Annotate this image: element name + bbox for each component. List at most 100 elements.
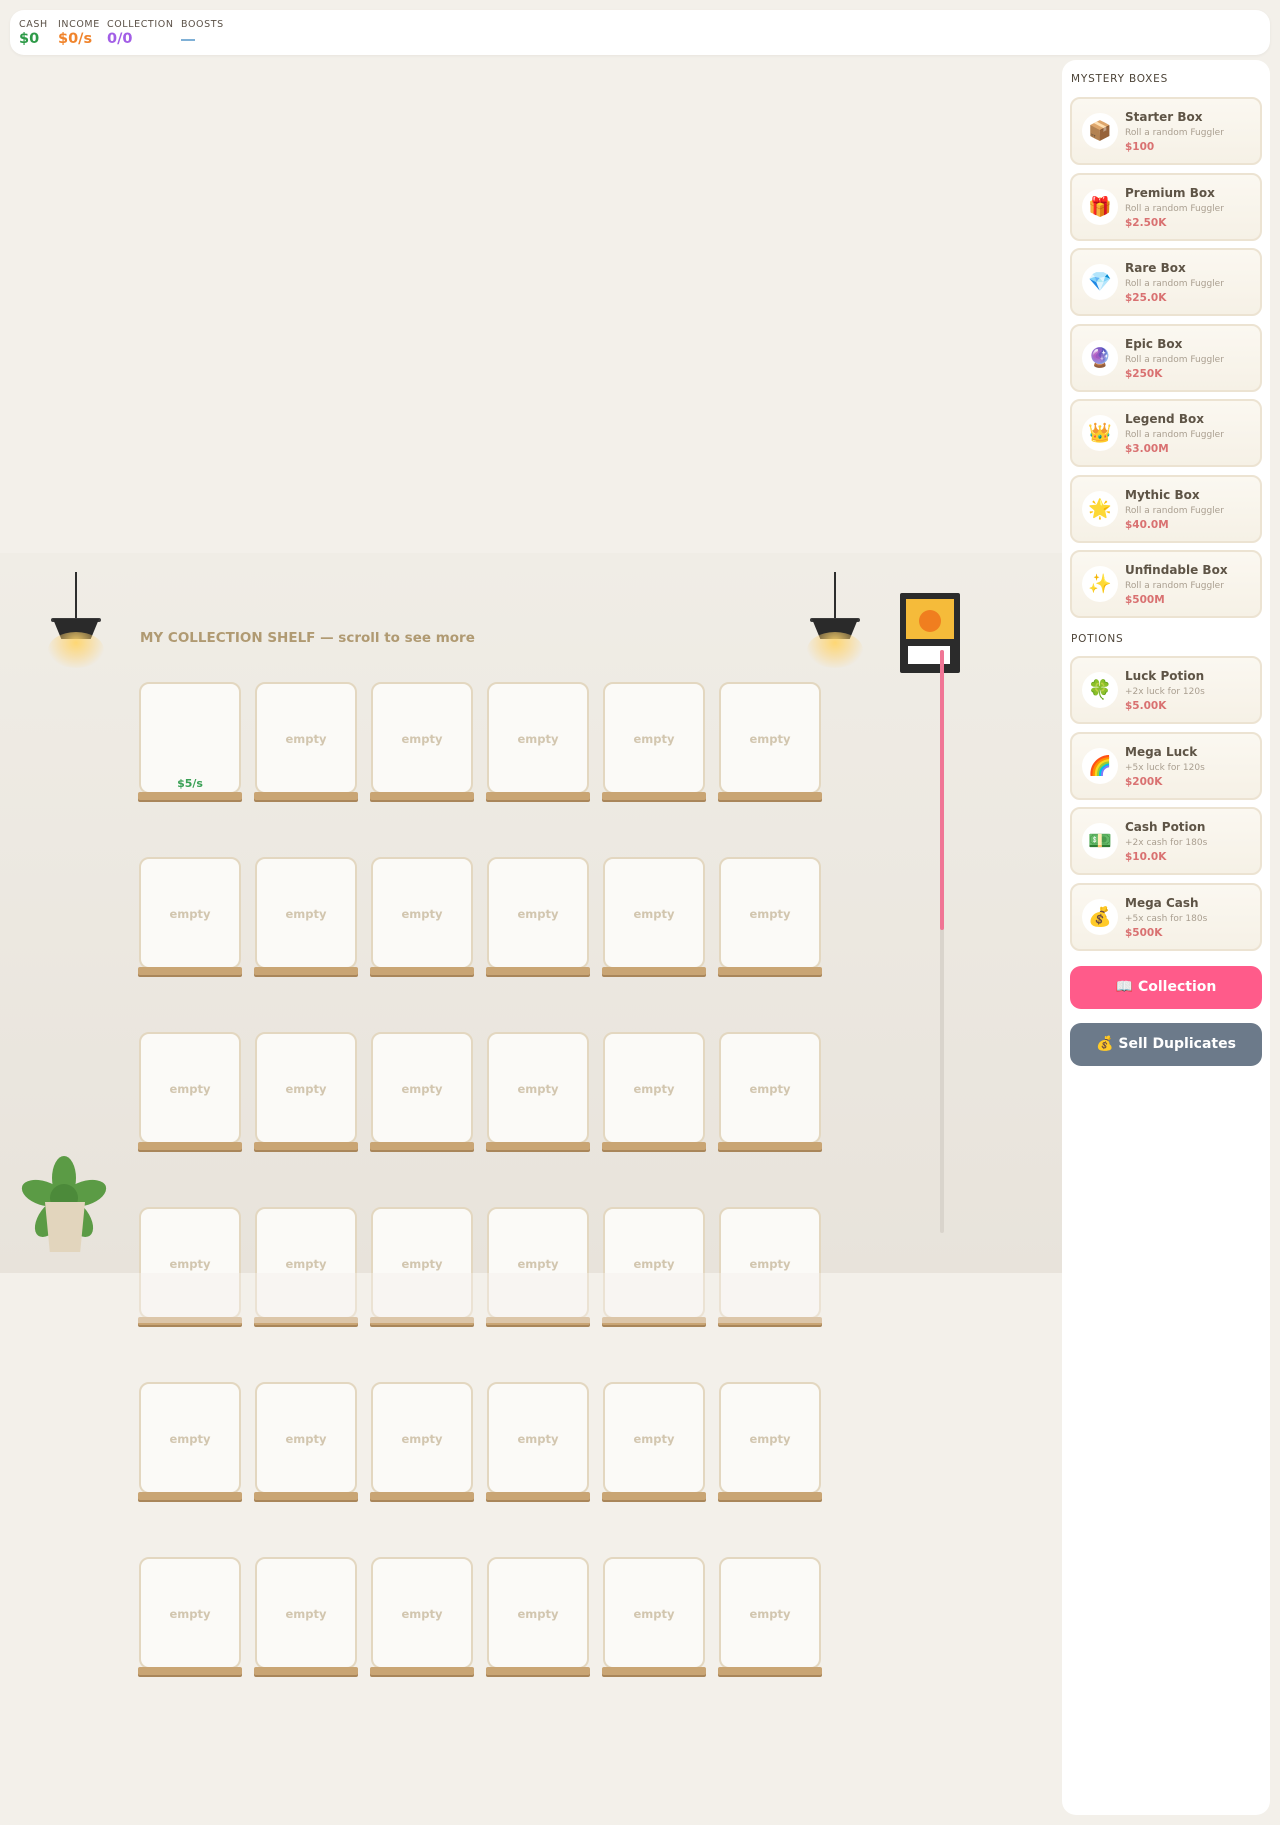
cash-label: CASH — [19, 19, 48, 30]
slot-empty-label: empty — [749, 1432, 791, 1446]
shelf-slot[interactable]: empty — [139, 857, 241, 969]
potion-price: $200K — [1125, 775, 1163, 788]
potion-name: Luck Potion — [1125, 669, 1205, 683]
shelf-slot[interactable]: empty — [371, 857, 473, 969]
slot-empty-label: empty — [401, 1257, 443, 1271]
potion-card[interactable]: 💰 Mega Cash +5x cash for 180s $500K — [1070, 882, 1262, 951]
potted-plant — [18, 1140, 110, 1252]
shelf-slot[interactable]: empty — [719, 1207, 821, 1319]
slot-empty-label: empty — [401, 1432, 443, 1446]
clover-icon: 🍀 — [1082, 672, 1118, 708]
mystery-box-description: Roll a random Fuggler — [1125, 279, 1224, 289]
slot-empty-label: empty — [749, 1607, 791, 1621]
collection-button[interactable]: 📖 Collection — [1070, 966, 1262, 1009]
shelf-slot[interactable]: empty — [139, 1207, 241, 1319]
slot-empty-label: empty — [401, 1607, 443, 1621]
mystery-box-card[interactable]: 📦 Starter Box Roll a random Fuggler $100 — [1070, 97, 1262, 165]
mystery-box-card[interactable]: 🌟 Mythic Box Roll a random Fuggler $40.0M — [1070, 474, 1262, 543]
shelf-scroll-fill — [940, 650, 944, 930]
sell-duplicates-button[interactable]: 💰 Sell Duplicates — [1070, 1023, 1262, 1066]
shelf-plank — [370, 792, 474, 800]
slot-empty-label: empty — [517, 1432, 559, 1446]
potion-name: Mega Luck — [1125, 744, 1198, 759]
shelf-slot[interactable]: empty — [487, 682, 589, 794]
mystery-box-description: Roll a random Fuggler — [1125, 354, 1224, 365]
boosts-stat: BOOSTS — [181, 19, 224, 41]
shelf-plank — [254, 1667, 358, 1675]
potion-price: $5.00K — [1125, 700, 1167, 712]
shelf-slot[interactable]: empty — [371, 1207, 473, 1319]
shelf-slot[interactable]: empty — [371, 1032, 473, 1144]
shelf-slot[interactable]: $5/s — [139, 682, 241, 794]
shelf-slot[interactable]: empty — [371, 682, 473, 794]
shelf-slot[interactable]: empty — [255, 682, 357, 794]
shelf-slot[interactable]: empty — [719, 682, 821, 794]
shelf-slot[interactable]: empty — [371, 1382, 473, 1494]
slot-empty-label: empty — [633, 907, 675, 921]
mystery-box-card[interactable]: ✨ Unfindable Box Roll a random Fuggler $500… — [1070, 550, 1262, 618]
shelf-plank — [254, 1317, 358, 1325]
collection-stat: COLLECTION 0/0 — [107, 19, 174, 47]
potion-card[interactable]: 🌈 Mega Luck +5x luck for 120s $200K — [1070, 731, 1262, 800]
shelf-slot[interactable]: empty — [603, 682, 705, 794]
shelf-slot[interactable]: empty — [719, 857, 821, 969]
shelf-plank — [486, 792, 590, 800]
sell-duplicates-label: Sell Duplicates — [1118, 1036, 1236, 1052]
potion-card[interactable]: 💵 Cash Potion +2x cash for 180s $10.0K — [1070, 807, 1262, 875]
shelf-slot[interactable]: empty — [255, 1032, 357, 1144]
slot-empty-label: empty — [749, 1257, 791, 1271]
mystery-box-name: Premium Box — [1125, 185, 1215, 200]
slot-empty-label: empty — [169, 1432, 211, 1446]
shelf-slot[interactable]: empty — [255, 1207, 357, 1319]
cash-stat: CASH $0 — [19, 19, 48, 47]
mystery-box-card[interactable]: 🔮 Epic Box Roll a random Fuggler $250K — [1070, 323, 1262, 392]
mystery-box-price: $500M — [1125, 594, 1165, 606]
shelf-slot[interactable]: empty — [603, 1207, 705, 1319]
shelf-slot[interactable]: empty — [139, 1382, 241, 1494]
potion-card[interactable]: 🍀 Luck Potion +2x luck for 120s $5.00K — [1070, 656, 1262, 724]
slot-empty-label: empty — [517, 1082, 559, 1096]
mystery-box-card[interactable]: 👑 Legend Box Roll a random Fuggler $3.00M — [1070, 399, 1262, 467]
shelf-slot[interactable]: empty — [255, 1557, 357, 1669]
shelf-slot[interactable]: empty — [487, 1382, 589, 1494]
mystery-box-card[interactable]: 🎁 Premium Box Roll a random Fuggler $2.50K — [1070, 172, 1262, 241]
shelf-slot[interactable]: empty — [719, 1382, 821, 1494]
shelf-plank — [370, 1492, 474, 1500]
room-floor — [0, 1273, 1063, 1825]
scroll-progress-totem — [900, 593, 960, 673]
cash-value: $0 — [19, 31, 40, 47]
shelf-slot[interactable]: empty — [719, 1032, 821, 1144]
shelf-slot[interactable]: empty — [487, 1207, 589, 1319]
shelf-slot[interactable]: empty — [603, 1382, 705, 1494]
shelf-slot[interactable]: empty — [255, 857, 357, 969]
shelf-slot[interactable]: empty — [139, 1032, 241, 1144]
shelf-slot[interactable]: empty — [487, 1557, 589, 1669]
slot-income-rate: $5/s — [177, 777, 203, 790]
slot-empty-label: empty — [169, 1607, 211, 1621]
shelf-plank — [602, 1142, 706, 1150]
shelf-slot[interactable]: empty — [603, 1032, 705, 1144]
shelf-slot[interactable]: empty — [487, 857, 589, 969]
potion-price: $500K — [1125, 926, 1163, 939]
shop-sidebar: MYSTERY BOXES 📦 Starter Box Roll a random … — [1062, 60, 1270, 1815]
slot-empty-label: empty — [633, 732, 675, 746]
shelf-slot[interactable]: empty — [487, 1032, 589, 1144]
shelf-slot[interactable]: empty — [139, 1557, 241, 1669]
shelf-plank — [718, 1142, 822, 1150]
shelf-plank — [138, 792, 242, 800]
shelf-scroll-track[interactable] — [940, 650, 944, 1233]
shelf-slot[interactable]: empty — [719, 1557, 821, 1669]
mystery-box-card[interactable]: 💎 Rare Box Roll a random Fuggler $25.0K — [1070, 248, 1262, 316]
mystery-box-price: $100 — [1125, 141, 1155, 153]
shelf-slot[interactable]: empty — [603, 857, 705, 969]
mystery-box-price: $250K — [1125, 367, 1163, 380]
shelf-slot[interactable]: empty — [603, 1557, 705, 1669]
gift-icon: 🎁 — [1082, 188, 1118, 225]
shelf-slot[interactable]: empty — [255, 1382, 357, 1494]
mystery-box-price: $40.0M — [1125, 518, 1169, 531]
slot-empty-label: empty — [749, 732, 791, 746]
collection-value: 0/0 — [107, 31, 133, 47]
slot-empty-label: empty — [633, 1257, 675, 1271]
shelf-slot[interactable]: empty — [371, 1557, 473, 1669]
sun-icon — [919, 610, 941, 632]
